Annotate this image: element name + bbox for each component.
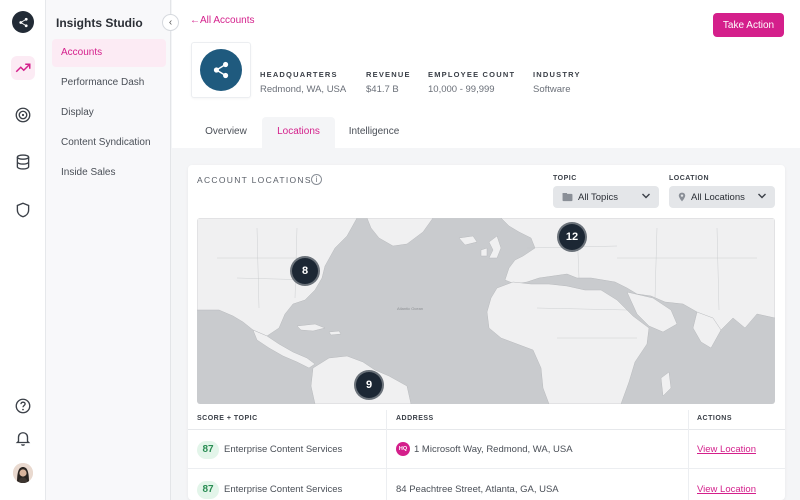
ocean-label: Atlantic Ocean <box>397 306 424 311</box>
nav-item-content-syndication[interactable]: Content Syndication <box>52 129 166 157</box>
nav-item-display[interactable]: Display <box>52 99 166 127</box>
topic-filter-select[interactable]: All Topics <box>553 186 659 208</box>
main-content: ←All Accounts Take Action Headquarters R… <box>172 0 800 500</box>
location-filter-label: LOCATION <box>669 175 710 182</box>
chevron-down-icon <box>758 193 766 199</box>
nav-item-accounts[interactable]: Accounts <box>52 39 166 67</box>
trending-up-icon[interactable] <box>11 56 35 80</box>
chevron-left-icon: ‹ <box>168 17 173 28</box>
back-link-label: All Accounts <box>200 15 255 26</box>
company-logo <box>191 42 251 98</box>
tab-overview[interactable]: Overview <box>190 117 262 148</box>
col-header-score-topic: SCORE + TOPIC <box>197 415 258 422</box>
share-logo-icon <box>213 61 229 79</box>
back-link[interactable]: ←All Accounts <box>190 15 254 26</box>
row-address: 1 Microsoft Way, Redmond, WA, USA <box>414 444 573 455</box>
location-filter-value: All Locations <box>691 191 745 203</box>
folder-icon <box>562 192 573 201</box>
meta-headquarters: Headquarters Redmond, WA, USA <box>260 70 346 95</box>
database-icon[interactable] <box>11 150 35 174</box>
map-cluster-pin[interactable]: 8 <box>290 256 320 286</box>
score-badge: 87 <box>197 441 219 459</box>
account-header: ←All Accounts Take Action Headquarters R… <box>172 0 800 148</box>
account-locations-card: Account Locations i TOPIC All Topics LOC… <box>188 165 785 500</box>
locations-map[interactable]: Atlantic Ocean 8 12 9 <box>197 218 775 404</box>
nav-item-performance-dash[interactable]: Performance Dash <box>52 69 166 97</box>
collapse-nav-button[interactable]: ‹ <box>162 14 179 31</box>
location-filter-select[interactable]: All Locations <box>669 186 775 208</box>
shield-icon[interactable] <box>11 198 35 222</box>
secondary-nav: Insights Studio ‹ Accounts Performance D… <box>46 0 179 500</box>
meta-label: Employee Count <box>428 70 516 79</box>
world-landmass <box>197 218 775 404</box>
section-title: Account Locations <box>197 175 312 185</box>
meta-label: Industry <box>533 70 581 79</box>
meta-revenue: Revenue $41.7 B <box>366 70 411 95</box>
meta-label: Revenue <box>366 70 411 79</box>
meta-value: $41.7 B <box>366 84 399 95</box>
map-pin-icon <box>678 192 686 202</box>
tab-intelligence[interactable]: Intelligence <box>335 117 413 148</box>
topic-filter-label: TOPIC <box>553 175 577 182</box>
view-location-link[interactable]: View Location <box>697 444 756 455</box>
target-icon[interactable] <box>11 103 35 127</box>
nav-item-inside-sales[interactable]: Inside Sales <box>52 159 166 187</box>
icon-rail <box>0 0 46 500</box>
table-row: 87 Enterprise Content Services HQ 1 Micr… <box>188 431 785 469</box>
meta-value: Redmond, WA, USA <box>260 84 347 95</box>
studio-title: Insights Studio <box>56 16 143 30</box>
score-badge: 87 <box>197 481 219 499</box>
info-icon[interactable]: i <box>311 174 322 185</box>
view-location-link[interactable]: View Location <box>697 484 756 495</box>
table-row: 87 Enterprise Content Services 84 Peacht… <box>188 471 785 500</box>
tab-locations[interactable]: Locations <box>262 117 335 148</box>
user-avatar[interactable] <box>13 463 33 483</box>
arrow-left-icon: ← <box>190 15 200 26</box>
meta-value: Software <box>533 84 571 95</box>
meta-value: 10,000 - 99,999 <box>428 84 495 95</box>
row-address: 84 Peachtree Street, Atlanta, GA, USA <box>396 484 559 495</box>
chevron-down-icon <box>642 193 650 199</box>
meta-label: Headquarters <box>260 70 338 79</box>
logo-share-icon[interactable] <box>12 11 34 33</box>
row-topic: Enterprise Content Services <box>224 444 343 455</box>
help-icon[interactable] <box>11 394 35 418</box>
hq-badge: HQ <box>396 442 410 456</box>
meta-industry: Industry Software <box>533 70 581 95</box>
col-header-address: ADDRESS <box>396 415 434 422</box>
bell-icon[interactable] <box>11 426 35 450</box>
topic-filter-value: All Topics <box>578 191 618 203</box>
meta-employee-count: Employee Count 10,000 - 99,999 <box>428 70 515 95</box>
map-cluster-pin[interactable]: 12 <box>557 222 587 252</box>
row-topic: Enterprise Content Services <box>224 484 343 495</box>
take-action-button[interactable]: Take Action <box>713 13 784 37</box>
map-cluster-pin[interactable]: 9 <box>354 370 384 400</box>
locations-table-header: SCORE + TOPIC ADDRESS ACTIONS <box>188 410 785 430</box>
col-header-actions: ACTIONS <box>697 415 732 422</box>
